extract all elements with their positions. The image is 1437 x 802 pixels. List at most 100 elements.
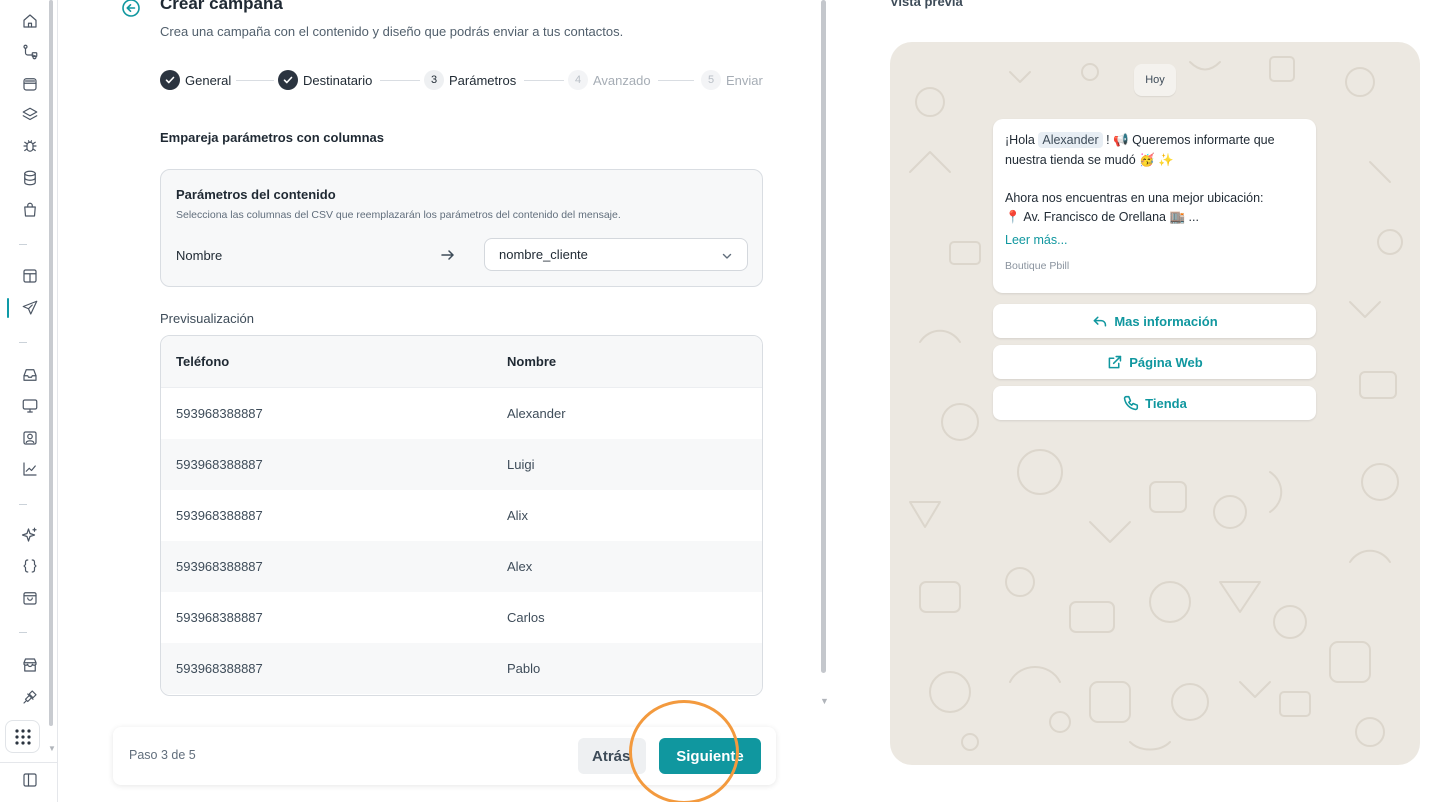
inbox-icon[interactable] bbox=[19, 364, 41, 386]
step-number: 5 bbox=[701, 70, 721, 90]
scrollbar-thumb[interactable] bbox=[49, 0, 53, 726]
plug-icon[interactable] bbox=[19, 686, 41, 708]
message-line-2: nuestra tienda se mudó 🥳 ✨ bbox=[1005, 153, 1174, 167]
bag-icon[interactable] bbox=[19, 587, 41, 609]
call-button-tienda[interactable]: Tienda bbox=[993, 386, 1316, 420]
button-label: Página Web bbox=[1129, 354, 1203, 370]
bug-icon[interactable] bbox=[19, 135, 41, 157]
arrow-right-icon bbox=[440, 247, 456, 263]
scrollbar-thumb[interactable] bbox=[821, 0, 826, 673]
step-number: 4 bbox=[568, 70, 588, 90]
step-parametros[interactable]: 3 Parámetros bbox=[424, 70, 516, 90]
cell-nombre: Alex bbox=[507, 559, 533, 574]
sidebar-divider bbox=[19, 504, 27, 505]
parameter-card-title: Parámetros del contenido bbox=[176, 187, 336, 202]
main-scrollbar[interactable]: ▼ bbox=[820, 0, 829, 712]
scroll-down-arrow-icon[interactable]: ▼ bbox=[820, 696, 829, 706]
parameter-name: Nombre bbox=[176, 248, 223, 263]
panel-icon[interactable] bbox=[19, 769, 41, 791]
check-icon bbox=[160, 70, 180, 90]
table-row: 593968388887 Alix bbox=[161, 490, 762, 541]
stepper: General Destinatario 3 Parámetros 4 Avan… bbox=[160, 70, 764, 90]
braces-icon[interactable] bbox=[19, 555, 41, 577]
send-icon[interactable] bbox=[19, 297, 41, 319]
step-connector bbox=[524, 80, 564, 81]
apps-grid-button[interactable] bbox=[5, 720, 40, 753]
date-chip: Hoy bbox=[1134, 64, 1176, 96]
cell-telefono: 593968388887 bbox=[176, 610, 263, 625]
monitor-icon[interactable] bbox=[19, 395, 41, 417]
page-title: Crear campaña bbox=[160, 0, 283, 13]
preview-title: Vista previa bbox=[890, 0, 963, 9]
store-icon[interactable] bbox=[19, 654, 41, 676]
cell-nombre: Pablo bbox=[507, 661, 541, 676]
step-label: Parámetros bbox=[449, 72, 517, 88]
cell-telefono: 593968388887 bbox=[176, 661, 263, 676]
parameter-card-description: Selecciona las columnas del CSV que reem… bbox=[176, 209, 621, 221]
shopping-bag-icon[interactable] bbox=[19, 199, 41, 221]
back-arrow-icon[interactable] bbox=[121, 0, 141, 18]
check-icon bbox=[278, 70, 298, 90]
reply-icon bbox=[1093, 315, 1107, 327]
wizard-footer: Paso 3 de 5 Atrás Siguiente bbox=[113, 727, 776, 785]
external-link-icon bbox=[1108, 355, 1122, 368]
step-label: Avanzado bbox=[593, 72, 651, 88]
column-header-telefono: Teléfono bbox=[176, 354, 230, 369]
cell-telefono: 593968388887 bbox=[176, 508, 263, 523]
column-select[interactable]: nombre_cliente bbox=[484, 238, 748, 271]
archive-icon[interactable] bbox=[19, 73, 41, 95]
table-row: 593968388887 Luigi bbox=[161, 439, 762, 490]
layers-icon[interactable] bbox=[19, 104, 41, 126]
message-line-4: 📍 Av. Francisco de Orellana 🏬 ... bbox=[1005, 210, 1199, 224]
message-line: ¡Hola Alexander ! 📢 Queremos informarte … bbox=[1005, 132, 1275, 148]
scroll-down-arrow-icon[interactable]: ▼ bbox=[48, 744, 56, 753]
preview-table: Teléfono Nombre 593968388887 Alexander 5… bbox=[160, 335, 763, 696]
preview-label: Previsualización bbox=[160, 311, 254, 326]
cell-telefono: 593968388887 bbox=[176, 457, 263, 472]
next-button[interactable]: Siguiente bbox=[659, 738, 761, 774]
button-label: Mas información bbox=[1114, 313, 1218, 329]
step-general[interactable]: General bbox=[160, 70, 231, 90]
table-header: Teléfono Nombre bbox=[161, 336, 762, 388]
message-line-1: ! 📢 Queremos informarte que bbox=[1106, 133, 1275, 147]
step-enviar[interactable]: 5 Enviar bbox=[701, 70, 763, 90]
step-label: Destinatario bbox=[303, 72, 373, 88]
step-label: General bbox=[185, 72, 232, 88]
contact-icon[interactable] bbox=[19, 427, 41, 449]
column-select-value: nombre_cliente bbox=[499, 247, 588, 262]
message-line-3: Ahora nos encuentras en una mejor ubicac… bbox=[1005, 191, 1264, 205]
whatsapp-preview: Hoy ¡Hola Alexander ! 📢 Queremos informa… bbox=[890, 42, 1420, 765]
cell-nombre: Alix bbox=[507, 508, 528, 523]
read-more-link[interactable]: Leer más... bbox=[1005, 233, 1068, 247]
layout-icon[interactable] bbox=[19, 265, 41, 287]
sidebar-divider bbox=[19, 632, 27, 633]
page-subtitle: Crea una campaña con el contenido y dise… bbox=[160, 24, 624, 39]
home-icon[interactable] bbox=[19, 10, 41, 32]
table-row: 593968388887 Carlos bbox=[161, 592, 762, 643]
cell-telefono: 593968388887 bbox=[176, 406, 263, 421]
parameter-card: Parámetros del contenido Selecciona las … bbox=[160, 169, 763, 287]
message-greeting: ¡Hola bbox=[1005, 133, 1035, 147]
flow-icon[interactable] bbox=[19, 41, 41, 63]
variable-chip: Alexander bbox=[1038, 132, 1103, 148]
chart-icon[interactable] bbox=[19, 458, 41, 480]
sparkles-icon[interactable] bbox=[19, 524, 41, 546]
step-connector bbox=[380, 80, 420, 81]
quick-reply-button-info[interactable]: Mas información bbox=[993, 304, 1316, 338]
step-count: Paso 3 de 5 bbox=[129, 748, 196, 762]
database-icon[interactable] bbox=[19, 167, 41, 189]
table-row: 593968388887 Alexander bbox=[161, 388, 762, 439]
button-label: Tienda bbox=[1145, 395, 1187, 411]
sidebar-divider bbox=[0, 762, 58, 763]
sidebar-divider bbox=[19, 244, 27, 245]
url-button-web[interactable]: Página Web bbox=[993, 345, 1316, 379]
step-destinatario[interactable]: Destinatario bbox=[278, 70, 372, 90]
apps-grid-icon bbox=[14, 728, 31, 745]
step-avanzado[interactable]: 4 Avanzado bbox=[568, 70, 651, 90]
section-heading: Empareja parámetros con columnas bbox=[160, 130, 384, 145]
active-indicator bbox=[7, 298, 9, 318]
back-button[interactable]: Atrás bbox=[578, 738, 646, 774]
table-row: 593968388887 Pablo bbox=[161, 643, 762, 694]
chevron-down-icon bbox=[721, 249, 733, 261]
sidebar-scrollbar[interactable]: ▼ bbox=[48, 0, 56, 753]
